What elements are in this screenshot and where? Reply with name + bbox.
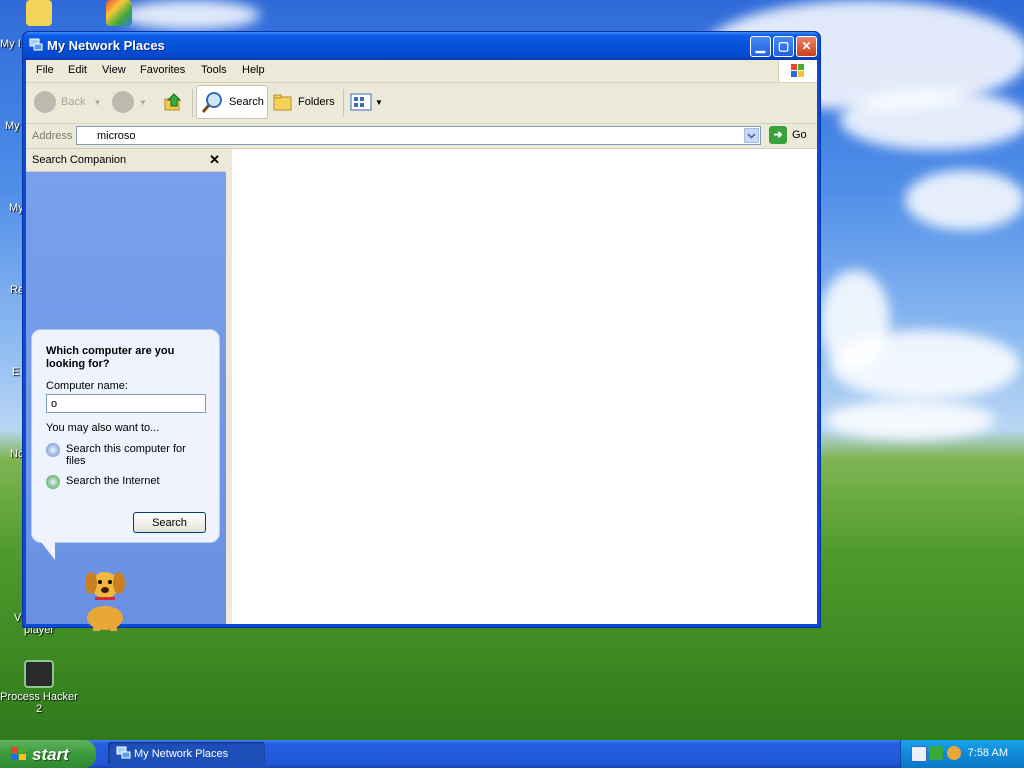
chevron-down-icon: ▼ xyxy=(375,97,383,107)
desktop-icon-label: Process Hacker 2 xyxy=(0,691,78,715)
views-button[interactable]: ▼ xyxy=(350,85,383,119)
desktop-icon-process-hacker[interactable]: Process Hacker 2 xyxy=(0,660,78,715)
tray-app-icon[interactable] xyxy=(911,746,927,762)
cloud xyxy=(905,170,1024,230)
search-files-link[interactable]: Search this computer for files xyxy=(46,443,206,467)
search-internet-icon xyxy=(46,475,60,489)
taskbar-item-my-network-places[interactable]: My Network Places xyxy=(108,742,265,765)
search-files-icon xyxy=(46,443,60,457)
clock[interactable]: 7:58 AM xyxy=(968,747,1008,759)
search-files-label: Search this computer for files xyxy=(66,443,186,467)
forward-arrow-icon xyxy=(112,91,134,113)
address-dropdown-button[interactable] xyxy=(744,128,759,143)
desktop-icon-label[interactable]: My xyxy=(5,120,20,132)
toolbar: Back ▼ ▼ Search Folders ▼ xyxy=(26,83,817,124)
menu-view[interactable]: View xyxy=(102,64,126,76)
desktop-icon-my-documents[interactable] xyxy=(0,0,78,29)
system-tray: 7:58 AM xyxy=(900,740,1024,768)
pane-body: Which computer are you looking for? Comp… xyxy=(26,172,226,631)
network-places-icon xyxy=(29,38,43,51)
address-combobox[interactable] xyxy=(76,126,761,145)
address-input[interactable] xyxy=(97,128,737,143)
process-hacker-icon xyxy=(24,660,54,688)
search-submit-button[interactable]: Search xyxy=(133,512,206,533)
menu-favorites[interactable]: Favorites xyxy=(140,64,185,76)
search-button[interactable]: Search xyxy=(196,85,268,119)
chevron-down-icon: ▼ xyxy=(93,97,102,107)
back-arrow-icon xyxy=(34,91,56,113)
window-client: File Edit View Favorites Tools Help Back… xyxy=(26,60,817,631)
menu-help[interactable]: Help xyxy=(242,64,265,76)
go-button[interactable]: ➜ Go xyxy=(769,126,807,144)
folder-icon xyxy=(26,0,52,26)
menu-edit[interactable]: Edit xyxy=(68,64,87,76)
search-bubble: Which computer are you looking for? Comp… xyxy=(31,329,220,543)
cloud xyxy=(825,400,995,440)
computer-name-label: Computer name: xyxy=(46,380,128,392)
network-places-icon xyxy=(116,746,131,759)
start-button[interactable]: start xyxy=(0,740,96,768)
folder-content-area[interactable] xyxy=(229,149,817,624)
chevron-down-icon xyxy=(747,133,756,139)
start-label: start xyxy=(32,745,69,764)
search-dog-icon[interactable] xyxy=(75,563,135,633)
folders-button[interactable]: Folders xyxy=(272,85,335,119)
explorer-window: My Network Places ▁ ▢ ✕ File Edit View F… xyxy=(22,31,821,631)
folders-icon xyxy=(273,94,292,111)
forward-button[interactable]: ▼ xyxy=(112,85,147,119)
app-icon xyxy=(106,0,132,26)
chevron-down-icon: ▼ xyxy=(139,97,147,107)
up-folder-icon xyxy=(164,93,182,111)
address-bar: Address ➜ Go xyxy=(26,124,817,149)
address-label: Address xyxy=(32,130,73,142)
desktop-icon-label[interactable]: E xyxy=(12,366,19,378)
menu-tools[interactable]: Tools xyxy=(201,64,227,76)
also-label: You may also want to... xyxy=(46,422,160,434)
go-arrow-icon: ➜ xyxy=(769,126,787,144)
minimize-button[interactable]: ▁ xyxy=(750,36,771,57)
windows-flag-icon xyxy=(11,747,26,760)
cloud xyxy=(830,330,1020,400)
taskbar: start My Network Places 7:58 AM xyxy=(0,740,1024,768)
bubble-tail xyxy=(41,542,55,560)
taskbar-item-label: My Network Places xyxy=(134,747,229,760)
desktop-icon-shortcut[interactable] xyxy=(80,0,158,29)
search-icon xyxy=(201,92,222,113)
windows-logo xyxy=(778,60,817,82)
windows-flag-icon xyxy=(791,64,804,77)
desktop-icon-label[interactable]: My I xyxy=(0,38,21,50)
maximize-button[interactable]: ▢ xyxy=(773,36,794,57)
views-icon xyxy=(350,93,372,111)
pane-header: Search Companion ✕ xyxy=(26,149,226,172)
search-internet-link[interactable]: Search the Internet xyxy=(46,475,206,489)
cloud xyxy=(840,90,1024,150)
back-button[interactable]: Back ▼ xyxy=(34,85,101,119)
pane-close-icon[interactable]: ✕ xyxy=(209,152,220,168)
tray-network-icon[interactable] xyxy=(929,746,943,760)
menu-bar: File Edit View Favorites Tools Help xyxy=(26,60,817,83)
close-button[interactable]: ✕ xyxy=(796,36,817,57)
search-question: Which computer are you looking for? xyxy=(46,345,175,370)
pane-title: Search Companion xyxy=(32,154,127,166)
tray-search-icon[interactable] xyxy=(947,746,961,760)
search-label: Search xyxy=(229,96,264,108)
window-title: My Network Places xyxy=(47,38,165,53)
title-bar[interactable]: My Network Places ▁ ▢ ✕ xyxy=(23,32,820,60)
toolbar-separator xyxy=(343,89,344,117)
computer-name-input[interactable] xyxy=(46,394,206,413)
menu-file[interactable]: File xyxy=(36,64,54,76)
go-label: Go xyxy=(792,129,807,141)
up-folder-button[interactable] xyxy=(162,85,184,119)
folders-label: Folders xyxy=(298,96,335,108)
search-internet-label: Search the Internet xyxy=(66,475,160,487)
search-companion-pane: Search Companion ✕ Which computer are yo… xyxy=(26,149,226,631)
back-label: Back xyxy=(61,96,86,108)
toolbar-separator xyxy=(192,89,193,117)
